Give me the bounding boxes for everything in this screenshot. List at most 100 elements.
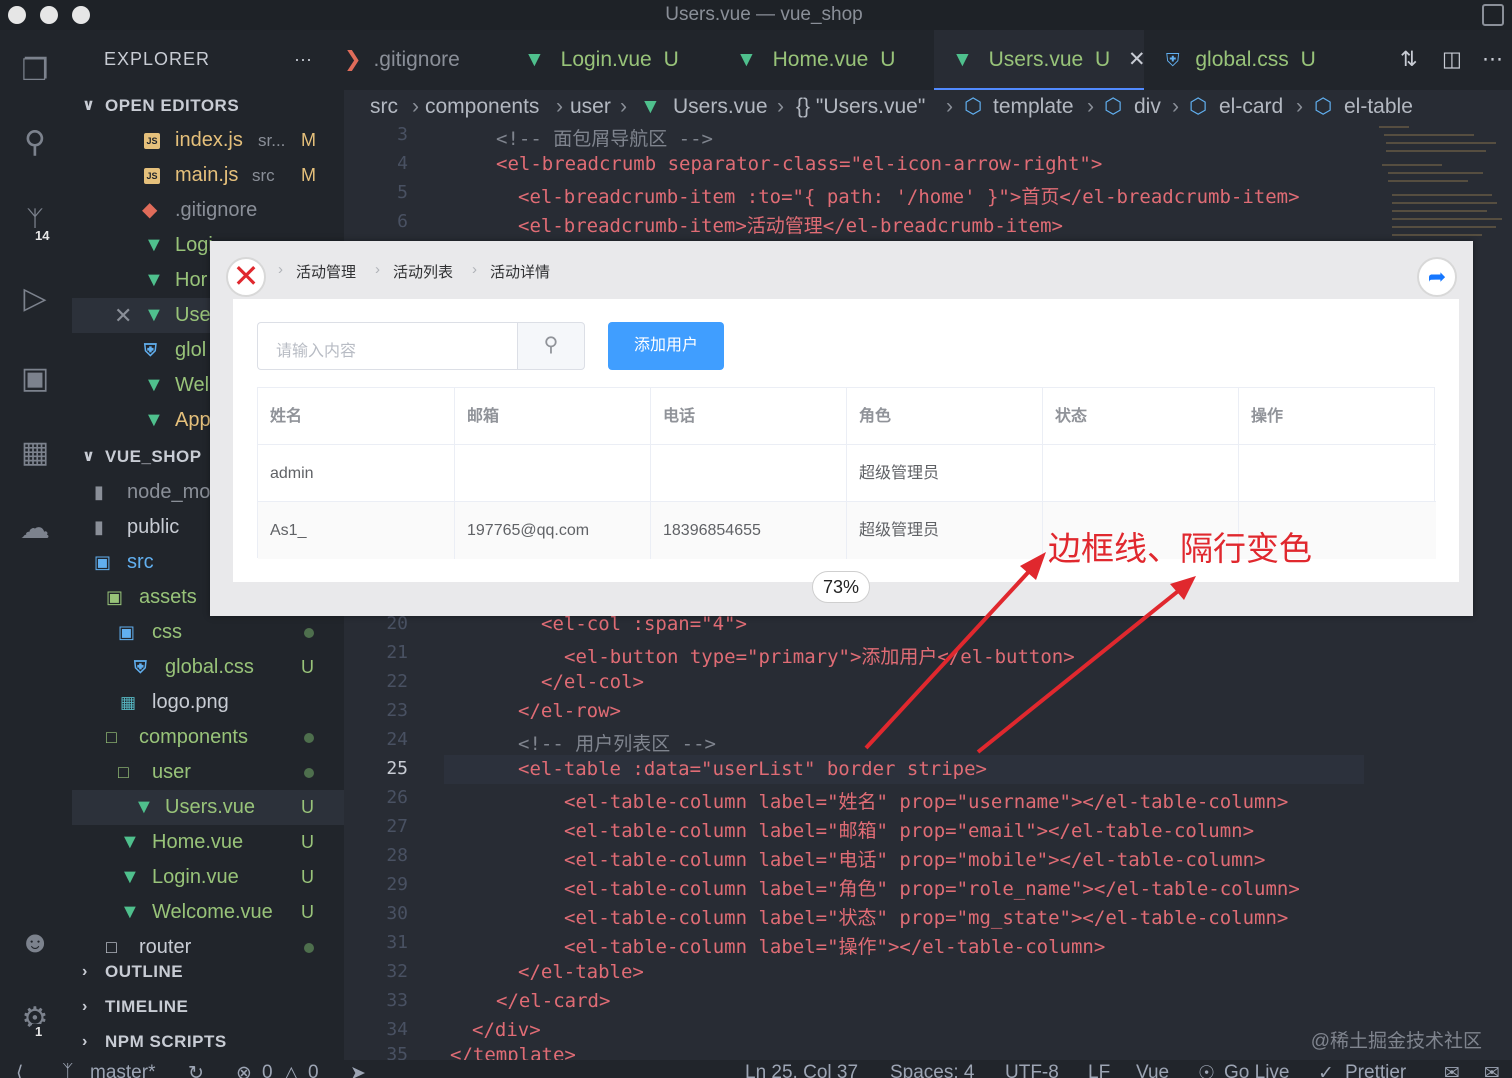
- line-number: 22: [386, 671, 408, 692]
- close-tab-icon[interactable]: ✕: [1128, 48, 1146, 71]
- go-live-button[interactable]: Go Live: [1224, 1062, 1289, 1078]
- tree-item[interactable]: ▣ css: [72, 615, 344, 650]
- compare-changes-icon[interactable]: ⇅: [1400, 30, 1430, 90]
- split-editor-icon[interactable]: ◫: [1442, 30, 1472, 90]
- column-header: 电话: [651, 388, 847, 445]
- more-actions-icon[interactable]: ⋯: [1482, 30, 1512, 90]
- tab-users[interactable]: ▼ Users.vue U ✕: [934, 30, 1146, 90]
- docker-icon[interactable]: ☁: [14, 508, 56, 550]
- popup-breadcrumb-item[interactable]: 活动列表: [393, 261, 453, 282]
- tree-item-label: logo.png: [152, 691, 229, 713]
- breadcrumb-item[interactable]: template: [993, 90, 1074, 124]
- column-header: 角色: [847, 388, 1043, 445]
- open-editors-section[interactable]: ∨ OPEN EDITORS: [72, 88, 344, 123]
- notifications-icon[interactable]: ✉: [1484, 1062, 1500, 1078]
- table-cell: 197765@qq.com: [455, 502, 651, 559]
- live-share-icon[interactable]: ➤: [350, 1062, 366, 1078]
- tree-item[interactable]: ▼ Login.vue U: [72, 860, 344, 895]
- layout-toggle-icon[interactable]: [1482, 4, 1504, 26]
- breadcrumb-item[interactable]: components: [425, 90, 539, 124]
- search-button[interactable]: ⚲: [517, 322, 585, 370]
- tree-item[interactable]: ▦ logo.png: [72, 685, 344, 720]
- vue-file-icon: ▼: [144, 234, 164, 256]
- close-preview-button[interactable]: ✕: [226, 257, 266, 297]
- breadcrumb-item[interactable]: src: [370, 90, 398, 124]
- table-cell: As1_: [258, 502, 455, 559]
- add-user-button[interactable]: 添加用户: [608, 322, 724, 370]
- line-number: 28: [386, 845, 408, 866]
- table-cell: 超级管理员: [847, 445, 1043, 502]
- git-status: U: [301, 657, 314, 677]
- remote-explorer-icon[interactable]: ▣: [14, 358, 56, 400]
- tab-login[interactable]: ▼ Login.vue U: [524, 30, 724, 90]
- column-header: 状态: [1043, 388, 1239, 445]
- breadcrumb-item[interactable]: el-card: [1219, 90, 1283, 124]
- warning-count[interactable]: 0: [308, 1062, 319, 1078]
- cursor-position[interactable]: Ln 25, Col 37: [745, 1062, 858, 1078]
- tree-item[interactable]: ▼ Home.vue U: [72, 825, 344, 860]
- tree-item[interactable]: □ components: [72, 720, 344, 755]
- vue-file-icon: ▼: [524, 48, 545, 71]
- js-file-icon: JS: [144, 168, 160, 184]
- tab-home[interactable]: ▼ Home.vue U: [736, 30, 936, 90]
- outline-section[interactable]: › OUTLINE: [72, 954, 344, 989]
- search-icon[interactable]: ⚲: [14, 122, 56, 164]
- vue-file-icon: ▼: [120, 866, 140, 888]
- table-row[interactable]: admin 超级管理员: [258, 445, 1436, 502]
- breadcrumb-item[interactable]: {} "Users.vue": [796, 90, 925, 124]
- pin-icon[interactable]: ➦: [1417, 257, 1457, 297]
- prettier-button[interactable]: Prettier: [1345, 1062, 1406, 1078]
- language-mode[interactable]: Vue: [1136, 1062, 1169, 1078]
- open-editor-item[interactable]: JS main.js src M: [72, 158, 344, 193]
- tab-gitignore[interactable]: ❯ .gitignore: [344, 30, 514, 90]
- tab-label: Users.vue: [988, 48, 1084, 71]
- chevron-right-icon: ›: [472, 261, 477, 278]
- breadcrumb-item[interactable]: Users.vue: [673, 90, 768, 124]
- open-editor-item[interactable]: ◆ .gitignore: [72, 193, 344, 228]
- git-file-icon: ◆: [142, 199, 158, 221]
- error-count[interactable]: 0: [262, 1062, 273, 1078]
- file-name: Logi: [175, 234, 213, 256]
- code-line: <el-table :data="userList" border stripe…: [518, 758, 987, 780]
- git-status: M: [301, 165, 316, 185]
- remote-indicator-icon[interactable]: ⟨: [16, 1062, 23, 1078]
- popup-breadcrumb-item[interactable]: 活动管理: [296, 261, 356, 282]
- tab-global-css[interactable]: ⛨ global.css U: [1166, 30, 1366, 90]
- tree-item-label: assets: [139, 586, 197, 608]
- code-line: <el-table-column label="状态" prop="mg_sta…: [564, 907, 1289, 929]
- chevron-right-icon: ›: [1296, 95, 1303, 118]
- tree-item[interactable]: □ router: [72, 930, 344, 954]
- close-icon[interactable]: ✕: [114, 298, 132, 333]
- status-bar: ⟨ ᛉ master* ↻ ⊗ 0 △ 0 ➤ Ln 25, Col 37 Sp…: [0, 1060, 1512, 1078]
- npm-scripts-section[interactable]: › NPM SCRIPTS: [72, 1024, 344, 1059]
- npm-scripts-title: NPM SCRIPTS: [105, 1032, 227, 1051]
- search-input[interactable]: 请输入内容: [257, 322, 517, 370]
- timeline-section[interactable]: › TIMELINE: [72, 989, 344, 1024]
- tree-item[interactable]: ▼ Welcome.vue U: [72, 895, 344, 930]
- more-actions-icon[interactable]: ···: [294, 42, 312, 77]
- feedback-icon[interactable]: ✉: [1444, 1062, 1460, 1078]
- encoding[interactable]: UTF-8: [1005, 1062, 1059, 1078]
- extensions-icon[interactable]: ▦: [14, 432, 56, 474]
- tree-item[interactable]: ⛨ global.css U: [72, 650, 344, 685]
- table-header-row: 姓名 邮箱 电话 角色 状态 操作: [258, 388, 1436, 445]
- branch-icon: ᛉ: [62, 1062, 74, 1078]
- breadcrumb-item[interactable]: div: [1134, 90, 1161, 124]
- run-debug-icon[interactable]: ▷: [14, 278, 56, 320]
- indentation[interactable]: Spaces: 4: [890, 1062, 975, 1078]
- end-of-line[interactable]: LF: [1088, 1062, 1110, 1078]
- git-branch[interactable]: master*: [90, 1062, 155, 1078]
- line-number: 4: [397, 153, 408, 174]
- breadcrumb-item[interactable]: user: [570, 90, 611, 124]
- activity-bar: ❐ ⚲ ᛉ 14 ▷ ▣ ▦ ☁ ☻ ⚙ 1: [0, 30, 72, 1060]
- sync-icon[interactable]: ↻: [188, 1062, 204, 1078]
- modified-dot: [304, 733, 314, 743]
- open-editor-item[interactable]: JS index.js sr... M: [72, 123, 344, 158]
- chevron-right-icon: ›: [278, 261, 283, 278]
- breadcrumb-item[interactable]: el-table: [1344, 90, 1413, 124]
- tree-item[interactable]: ▼ Users.vue U: [72, 790, 344, 825]
- account-icon[interactable]: ☻: [14, 922, 56, 964]
- tree-item[interactable]: □ user: [72, 755, 344, 790]
- explorer-icon[interactable]: ❐: [14, 50, 56, 92]
- error-icon: ⊗: [236, 1063, 252, 1078]
